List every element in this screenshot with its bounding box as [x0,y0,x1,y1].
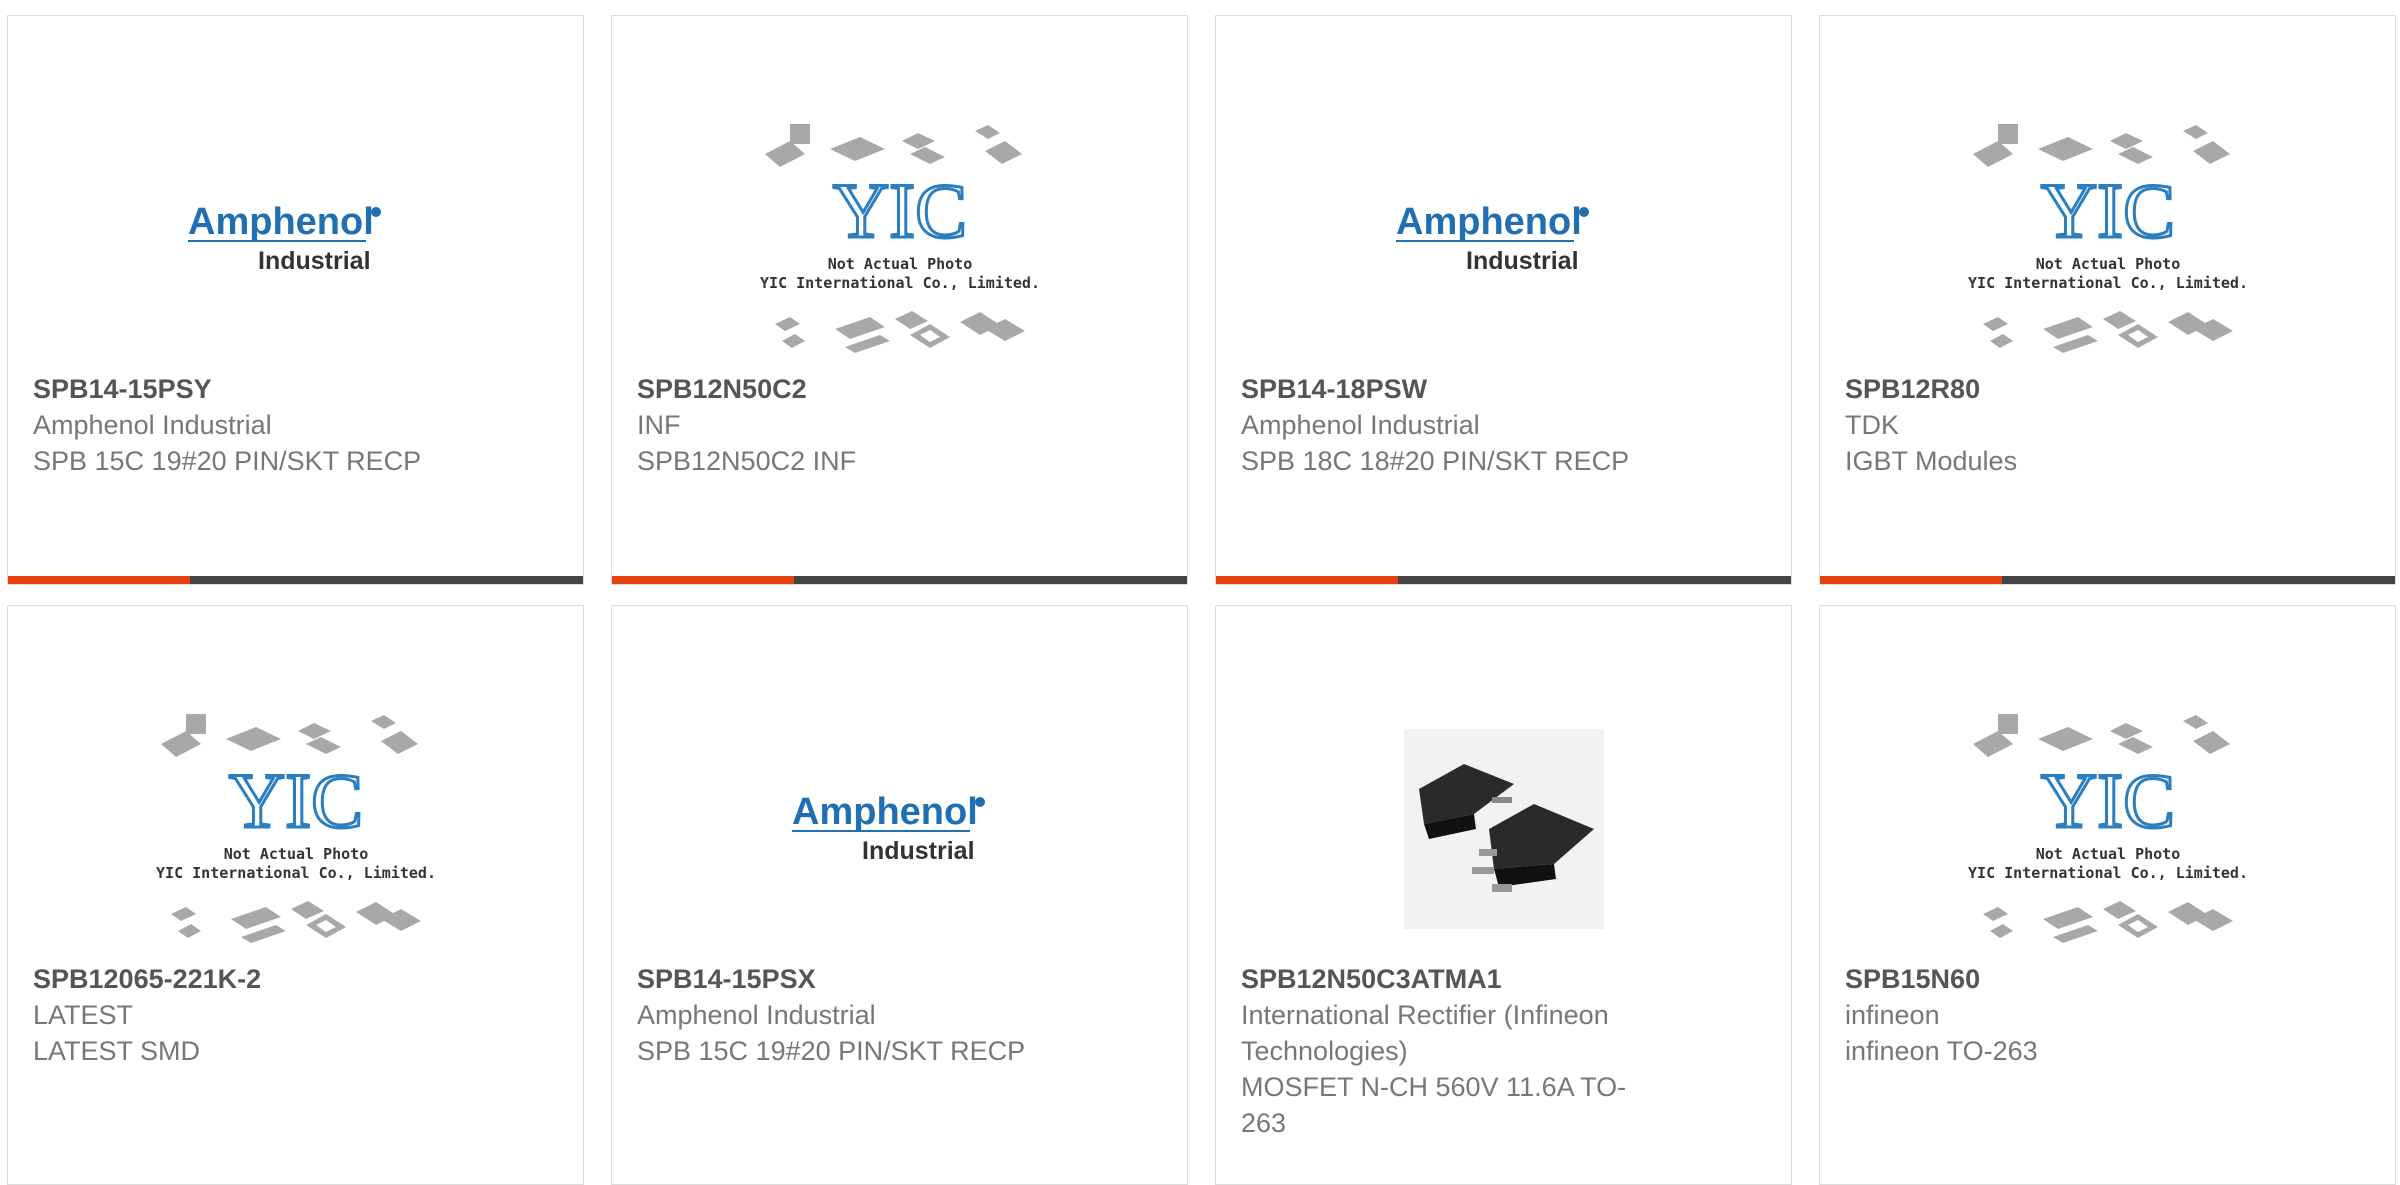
manufacturer: Amphenol Industrial [1241,410,1480,440]
yic-logo: YIC [2040,757,2174,844]
placeholder-image: YICNot Actual PhotoYIC International Co.… [1968,124,2248,353]
svg-text:Amphenol: Amphenol [792,791,978,833]
product-info: SPB14-15PSX Amphenol Industrial SPB 15C 19… [637,961,1047,1069]
product-card[interactable]: YIC Not Actual Photo YIC International Co.… [1819,605,2396,1185]
product-card[interactable]: Amphenol Industrial SPB14-15PSX Amphenol In… [611,605,1188,1185]
product-card[interactable]: Amphenol Industrial SPB14-15PSY Amphenol In… [7,15,584,585]
description: MOSFET N-CH 560V 11.6A TO-263 [1241,1072,1627,1138]
product-card[interactable]: YIC Not Actual Photo YIC International Co.… [7,605,584,1185]
amphenol-logo: Amphenol Industrial [187,201,381,275]
part-number-link[interactable]: SPB14-15PSY [33,371,443,407]
product-image[interactable]: YIC Not Actual Photo YIC International Co.… [156,694,436,964]
card-accent-bar [1216,576,1791,584]
amphenol-logo: Amphenol Industrial [791,791,985,865]
manufacturer: TDK [1845,410,1899,440]
svg-text:Industrial: Industrial [862,837,975,865]
part-number-link[interactable]: SPB12N50C2 [637,371,1047,407]
manufacturer: Amphenol Industrial [33,410,272,440]
accent-segment [1820,576,2002,584]
part-number-link[interactable]: SPB12065-221K-2 [33,961,443,997]
product-photo [1403,729,1604,929]
svg-text:Industrial: Industrial [258,247,371,275]
part-number-link[interactable]: SPB14-18PSW [1241,371,1651,407]
part-number-link[interactable]: SPB15N60 [1845,961,2255,997]
description: IGBT Modules [1845,446,2018,476]
product-image[interactable]: Amphenol Industrial [1364,104,1644,374]
product-card[interactable]: YIC Not Actual Photo YIC International Co.… [1819,15,2396,585]
placeholder-caption-1: Not Actual Photo [223,845,368,863]
product-card[interactable]: SPB12N50C3ATMA1 International Rectifier (… [1215,605,1792,1185]
placeholder-caption-1: Not Actual Photo [827,255,972,273]
product-info: SPB14-18PSW Amphenol Industrial SPB 18C 18… [1241,371,1651,479]
card-accent-bar [1820,576,2395,584]
product-image[interactable]: YIC Not Actual Photo YIC International Co.… [1968,694,2248,964]
product-image[interactable]: YIC Not Actual Photo YIC International Co.… [1968,104,2248,374]
product-info: SPB15N60 infineon infineon TO-263 [1845,961,2255,1069]
part-number-link[interactable]: SPB12R80 [1845,371,2255,407]
description: SPB 18C 18#20 PIN/SKT RECP [1241,446,1630,476]
product-card[interactable]: YIC Not Actual Photo YIC International Co.… [611,15,1188,585]
product-image[interactable] [1364,694,1644,964]
manufacturer: INF [637,410,681,440]
product-image[interactable]: Amphenol Industrial [156,104,436,374]
product-info: SPB12R80 TDK IGBT Modules [1845,371,2255,479]
manufacturer: infineon [1845,1000,1940,1030]
description: SPB 15C 19#20 PIN/SKT RECP [637,1036,1026,1066]
product-image[interactable]: YIC Not Actual Photo YIC International Co.… [760,104,1040,374]
part-number-link[interactable]: SPB12N50C3ATMA1 [1241,961,1651,997]
placeholder-caption-2: YIC International Co., Limited. [760,274,1040,292]
product-grid: Amphenol Industrial SPB14-15PSY Amphenol In… [0,0,2400,1185]
accent-segment [8,576,190,584]
svg-text:Amphenol: Amphenol [1396,201,1582,243]
manufacturer: International Rectifier (Infineon Techno… [1241,1000,1609,1066]
manufacturer: LATEST [33,1000,134,1030]
product-image[interactable]: Amphenol Industrial [760,694,1040,964]
product-info: SPB12065-221K-2 LATEST LATEST SMD [33,961,443,1069]
yic-logo: YIC [2040,167,2174,254]
product-info: SPB12N50C3ATMA1 International Rectifier (… [1241,961,1651,1141]
description: SPB 15C 19#20 PIN/SKT RECP [33,446,422,476]
product-info: SPB12N50C2 INF SPB12N50C2 INF [637,371,1047,479]
svg-text:Amphenol: Amphenol [188,201,374,243]
amphenol-logo: Amphenol Industrial [1395,201,1589,275]
product-info: SPB14-15PSY Amphenol Industrial SPB 15C 19… [33,371,443,479]
card-accent-bar [612,576,1187,584]
description: LATEST SMD [33,1036,201,1066]
placeholder-image: YICNot Actual PhotoYIC International Co.… [760,124,1040,353]
description: infineon TO-263 [1845,1036,2038,1066]
card-accent-bar [8,576,583,584]
yic-logo: YIC [832,167,966,254]
svg-text:Industrial: Industrial [1466,247,1579,275]
placeholder-caption-2: YIC International Co., Limited. [156,864,436,882]
accent-segment [1216,576,1398,584]
description: SPB12N50C2 INF [637,446,857,476]
placeholder-image: YICNot Actual PhotoYIC International Co.… [1968,714,2248,943]
part-number-link[interactable]: SPB14-15PSX [637,961,1047,997]
yic-logo: YIC [228,757,362,844]
placeholder-image: YICNot Actual PhotoYIC International Co.… [156,714,436,943]
placeholder-caption-2: YIC International Co., Limited. [1968,274,2248,292]
placeholder-caption-2: YIC International Co., Limited. [1968,864,2248,882]
product-card[interactable]: Amphenol Industrial SPB14-18PSW Amphenol In… [1215,15,1792,585]
accent-segment [612,576,794,584]
placeholder-caption-1: Not Actual Photo [2035,845,2180,863]
placeholder-caption-1: Not Actual Photo [2035,255,2180,273]
manufacturer: Amphenol Industrial [637,1000,876,1030]
